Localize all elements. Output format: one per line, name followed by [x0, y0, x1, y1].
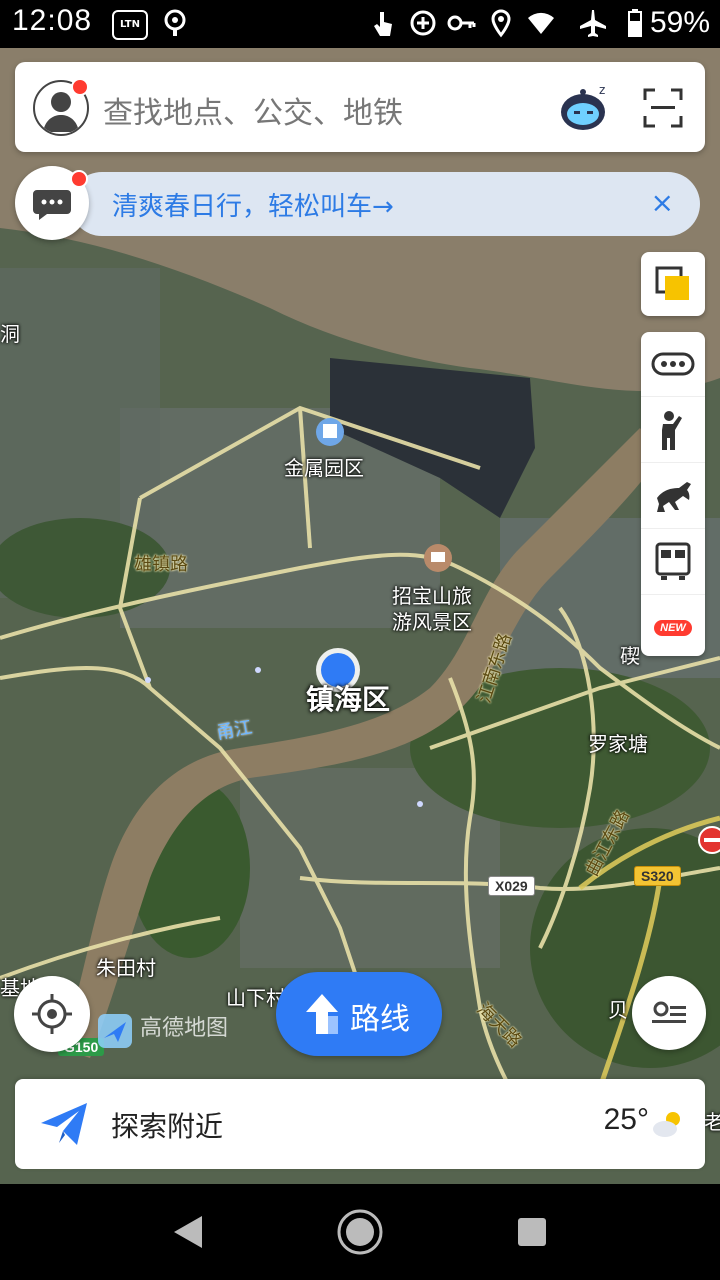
status-bar: 12:08 LTN 59% — [0, 0, 720, 48]
route-arrow-icon — [306, 994, 338, 1034]
new-feature-tool[interactable]: NEW — [641, 596, 705, 660]
map-label-zhaobao-line1[interactable]: 招宝山旅 — [392, 580, 472, 609]
partly-cloudy-icon — [653, 1112, 680, 1137]
promo-banner[interactable]: 清爽春日行，轻松叫车→ × — [70, 172, 700, 236]
home-icon[interactable] — [336, 1208, 384, 1256]
new-badge: NEW — [654, 620, 692, 636]
promo-text[interactable]: 清爽春日行，轻松叫车→ — [112, 186, 394, 223]
back-icon[interactable] — [172, 1214, 204, 1250]
system-nav-bar — [0, 1184, 720, 1280]
map-label-lao: 老 — [704, 1110, 720, 1134]
map-label-bei: 贝 — [608, 998, 628, 1022]
weather-temperature[interactable]: 25° — [604, 1103, 649, 1137]
battery-percent: 59% — [649, 6, 710, 39]
wifi-icon — [528, 12, 554, 34]
route-button[interactable]: 路线 — [276, 972, 442, 1056]
search-input[interactable]: 查找地点、公交、地铁 — [103, 88, 403, 132]
promo-close-button[interactable]: × — [651, 186, 674, 219]
map-label-luojiatang[interactable]: 罗家塘 — [588, 728, 648, 757]
shield-x029: X029 — [488, 876, 535, 896]
map-label-zhutiancun[interactable]: 朱田村 — [96, 952, 156, 981]
traffic-tool[interactable] — [641, 332, 705, 397]
data-saver-icon — [410, 10, 436, 36]
map-watermark: 高德地图 — [140, 1016, 229, 1041]
explore-nearby-label: 探索附近 — [111, 1110, 224, 1143]
no-entry-icon — [698, 826, 720, 854]
map-label-jinshu[interactable]: 金属园区 — [284, 452, 364, 481]
location-icon — [491, 9, 511, 38]
recents-icon[interactable] — [516, 1216, 548, 1248]
hotspot-icon — [164, 9, 186, 36]
message-notification-dot — [70, 170, 88, 188]
my-location-button[interactable] — [14, 976, 90, 1052]
ltn-icon: LTN — [112, 10, 148, 40]
traffic-icon — [651, 352, 695, 376]
map-tools: NEW — [641, 332, 705, 656]
layers-icon — [655, 266, 689, 300]
map-label-dong: 洞 — [0, 322, 20, 346]
layers-button[interactable] — [641, 252, 705, 316]
bus-tool[interactable] — [641, 530, 705, 595]
list-icon — [652, 1001, 686, 1023]
map-label-zhaobao-line2[interactable]: 游风景区 — [392, 606, 472, 635]
touch-icon — [374, 12, 392, 36]
vpn-key-icon — [447, 15, 476, 31]
galloping-horse-icon — [657, 482, 691, 512]
svg-text:z: z — [599, 83, 605, 97]
battery-icon — [628, 9, 642, 37]
taxi-tool[interactable] — [641, 398, 705, 463]
paper-plane-icon — [41, 1103, 87, 1145]
voice-assistant-icon[interactable]: z — [557, 80, 613, 136]
airplane-icon — [580, 10, 606, 37]
map-label-district[interactable]: 镇海区 — [306, 678, 390, 718]
road-label-xiongzhen: 雄镇路 — [134, 554, 188, 575]
route-label: 路线 — [350, 1002, 410, 1037]
shield-s320: S320 — [634, 866, 681, 886]
travel-tool[interactable] — [641, 464, 705, 529]
hail-taxi-icon — [662, 411, 682, 450]
scan-icon[interactable] — [643, 88, 683, 128]
status-time: 12:08 — [12, 4, 93, 37]
list-button[interactable] — [632, 976, 706, 1050]
amap-logo-icon — [98, 1014, 132, 1048]
bus-icon — [655, 542, 691, 580]
map-label-xie: 碶 — [620, 644, 640, 668]
crosshair-icon — [32, 994, 72, 1034]
search-bar[interactable]: 查找地点、公交、地铁 z — [15, 62, 705, 152]
explore-nearby-bar[interactable]: 探索附近 25° — [15, 1079, 705, 1169]
avatar-notification-dot — [71, 78, 89, 96]
